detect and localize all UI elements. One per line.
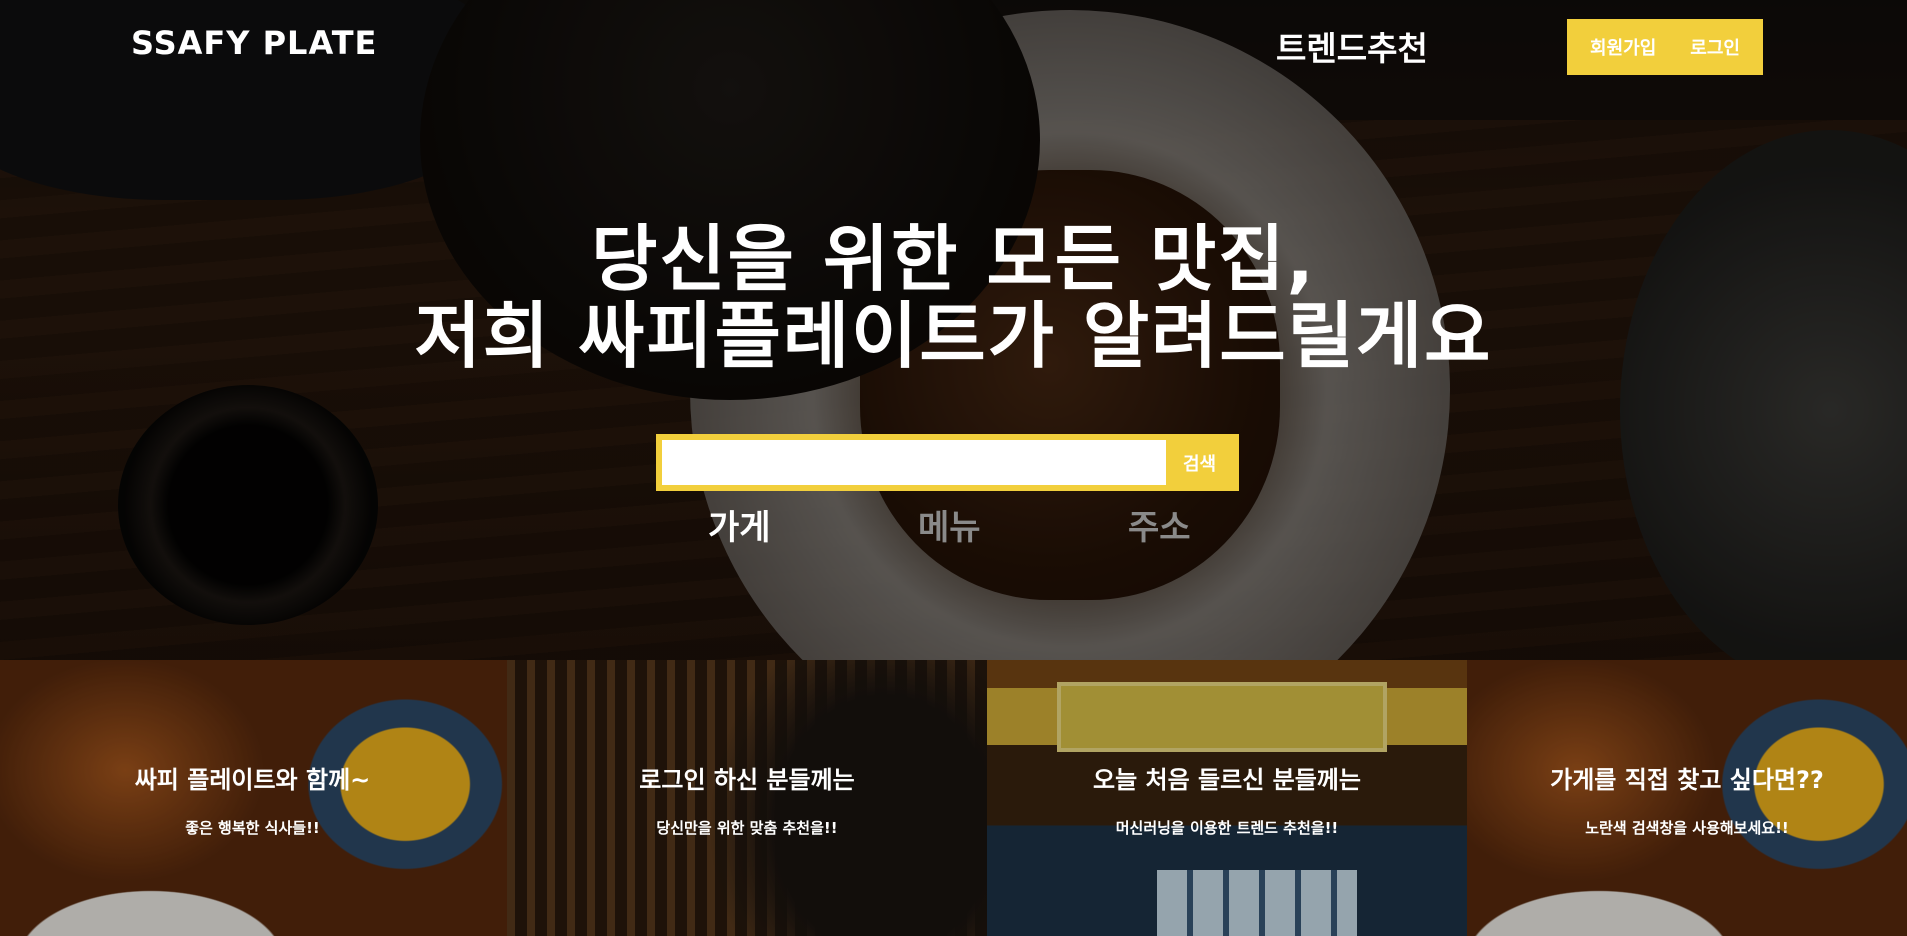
login-button[interactable]: 로그인 [1690,34,1740,60]
site-logo[interactable]: SSAFY PLATE [131,24,377,62]
search-tab-address[interactable]: 주소 [1128,500,1191,549]
card-title: 로그인 하신 분들께는 [639,766,855,794]
card-shade [507,660,987,936]
signup-button[interactable]: 회원가입 [1590,34,1656,60]
card-subtitle: 좋은 행복한 식사들!! [185,819,320,837]
card-title: 오늘 처음 들르신 분들께는 [1093,766,1361,794]
card-title: 가게를 직접 찾고 싶다면?? [1550,766,1824,794]
card-title: 싸피 플레이트와 함께~ [134,766,371,794]
search-input[interactable] [662,440,1166,485]
search-button[interactable]: 검색 [1166,440,1233,485]
search-tab-menu[interactable]: 메뉴 [918,500,981,549]
search-bar: 검색 [656,434,1239,491]
hero-headline-line2: 저희 싸피플레이트가 알려드릴게요 [414,294,1493,378]
card-shade [0,660,507,936]
search-tab-store[interactable]: 가게 [708,500,771,549]
feature-card[interactable]: 로그인 하신 분들께는 당신만을 위한 맞춤 추천을!! [507,660,987,936]
nav-trend-recommend-link[interactable]: 트렌드추천 [1276,22,1428,70]
auth-button-group: 회원가입 로그인 [1567,19,1763,75]
feature-cards: 싸피 플레이트와 함께~ 좋은 행복한 식사들!! 로그인 하신 분들께는 당신… [0,660,1907,936]
feature-card[interactable]: 오늘 처음 들르신 분들께는 머신러닝을 이용한 트렌드 추천을!! [987,660,1467,936]
card-shade [987,660,1467,936]
card-shade [1467,660,1907,936]
card-subtitle: 노란색 검색창을 사용해보세요!! [1585,819,1789,837]
feature-card[interactable]: 가게를 직접 찾고 싶다면?? 노란색 검색창을 사용해보세요!! [1467,660,1907,936]
card-subtitle: 당신만을 위한 맞춤 추천을!! [656,819,838,837]
card-subtitle: 머신러닝을 이용한 트렌드 추천을!! [1115,819,1339,837]
feature-card[interactable]: 싸피 플레이트와 함께~ 좋은 행복한 식사들!! [0,660,507,936]
